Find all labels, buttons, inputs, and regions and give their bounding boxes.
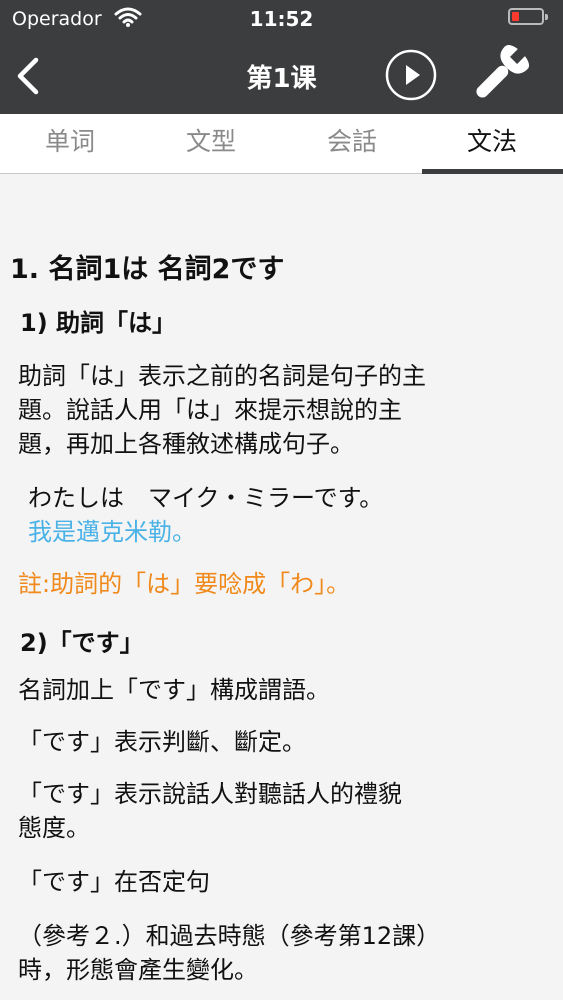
settings-button[interactable]	[464, 44, 532, 108]
pronunciation-note: 註:助詞的「は」要唸成「わ」。	[18, 570, 351, 598]
paragraph-line: 「です」表示判斷、斷定。	[18, 728, 306, 756]
section-title: 1. 名詞1は 名詞2です	[10, 254, 285, 285]
paragraph-line: 題。說話人用「は」來提示想說的主	[18, 396, 402, 424]
tab-grammar[interactable]: 文法	[422, 114, 562, 174]
example-japanese: わたしは マイク・ミラーです。	[28, 484, 384, 512]
paragraph-line: 「です」在否定句	[18, 868, 210, 896]
play-button[interactable]	[385, 49, 437, 101]
subsection-title-particle-wa: 1) 助詞「は」	[20, 309, 177, 337]
tab-conversation[interactable]: 会話	[282, 114, 422, 174]
paragraph-line: 「です」表示說話人對聽話人的禮貌	[18, 780, 402, 808]
status-bar: Operador 11:52	[0, 0, 563, 38]
paragraph-line: 題，再加上各種敘述構成句子。	[18, 430, 354, 458]
paragraph-line: 態度。	[18, 814, 90, 842]
tab-words[interactable]: 单词	[0, 114, 140, 174]
battery-icon	[508, 8, 548, 25]
paragraph-line: 時，形態會產生變化。	[18, 956, 258, 984]
active-tab-indicator	[422, 169, 563, 174]
subsection-title-desu: 2)「です」	[20, 629, 144, 657]
tab-bar: 单词 文型 会話 文法	[0, 114, 563, 174]
paragraph-line: 助詞「は」表示之前的名詞是句子的主	[18, 362, 426, 390]
tab-sentence-patterns[interactable]: 文型	[141, 114, 281, 174]
paragraph-line: （參考２.）和過去時態（參考第12課）	[18, 922, 441, 950]
play-circle-icon	[385, 49, 437, 101]
example-translation: 我是邁克米勒。	[28, 518, 196, 546]
nav-bar: 第1课	[0, 38, 563, 114]
wrench-icon	[476, 44, 530, 98]
paragraph-line: 名詞加上「です」構成謂語。	[18, 676, 330, 704]
clock: 11:52	[249, 7, 314, 31]
